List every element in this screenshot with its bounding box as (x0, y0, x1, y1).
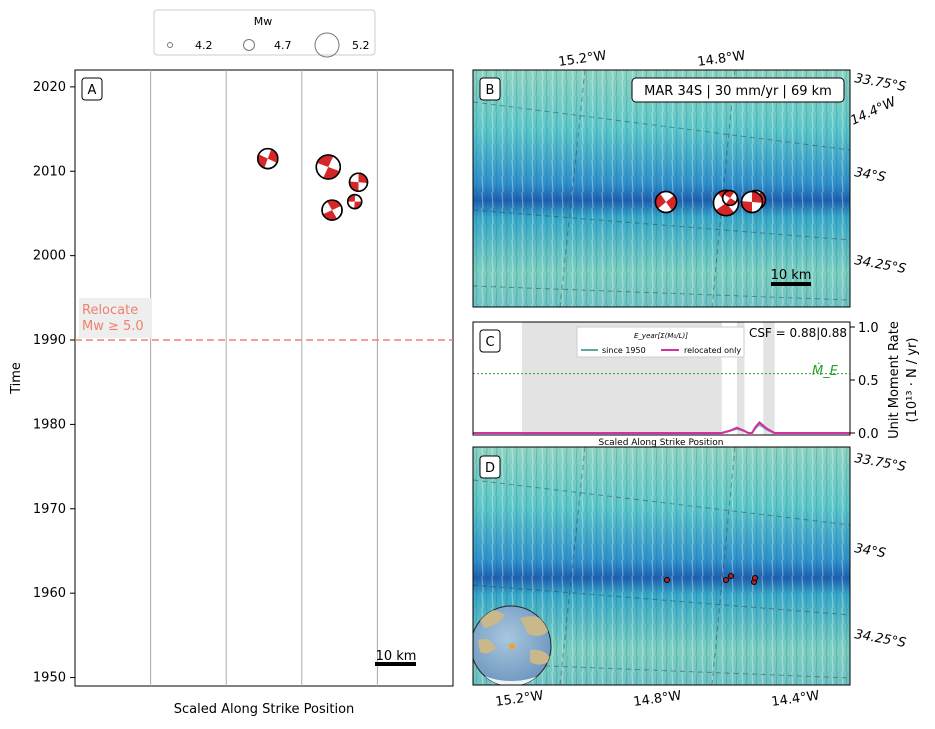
figure-canvas: Mw 4.2 4.7 5.2 1950 1960 1970 1980 1990 2000 201… (9, 9, 920, 717)
relocate-mw-label: Mw ≥ 5.0 (82, 319, 144, 334)
panel-d-epicenter-1 (723, 577, 729, 583)
panel-c-csf: CSF = 0.88|0.88 (749, 326, 847, 340)
panel-d-lon-label-2: 14.8°W (632, 688, 682, 710)
panel-a-ytick-label-5: 2000 (33, 249, 66, 264)
panel-c-ytick-label-0: 0.0 (858, 427, 879, 442)
panel-a-ytick-label-7: 2020 (33, 80, 66, 95)
panel-c-legend-title: E_year[Σ(M₀/L)] (634, 332, 688, 340)
panel-a-ylabel: Time (9, 362, 24, 395)
panel-b-tag: B (486, 83, 495, 98)
panel-b-event-0 (654, 190, 678, 214)
panel-d: ★ D 33.75°S 34°S 34.25°S 15.2°W 14.8°W 1… (472, 446, 907, 710)
panel-b-scalebar (771, 282, 811, 286)
panel-b-lon-label-1: 15.2°W (557, 48, 607, 70)
legend-label-since-1950: since 1950 (602, 346, 646, 355)
panel-c-ytick-label-2: 1.0 (858, 321, 879, 336)
panel-b-lon-label-2: 14.8°W (696, 48, 746, 70)
panel-a-ytick-label-4: 1990 (33, 333, 66, 348)
panel-d-lon-label-1: 15.2°W (494, 688, 544, 710)
panel-a-event-1 (315, 154, 342, 180)
panel-b: B MAR 34S | 30 mm/yr | 69 km 10 km 15.2°… (472, 48, 907, 308)
panel-a-event-4 (321, 199, 343, 221)
panel-a-xlabel: Scaled Along Strike Position (174, 702, 355, 717)
panel-a-ytick-label-6: 2010 (33, 164, 66, 179)
relocate-label: Relocate (82, 303, 138, 318)
panel-b-scalebar-label: 10 km (771, 268, 812, 283)
panel-b-lat-label-3: 34.25°S (853, 253, 907, 277)
panel-a: 1950 1960 1970 1980 1990 2000 2010 2020 Relocat… (9, 69, 454, 717)
globe-location-star-icon: ★ (507, 639, 518, 653)
panel-a-scalebar (375, 662, 416, 666)
panel-b-info: MAR 34S | 30 mm/yr | 69 km (644, 84, 832, 99)
panel-d-tag: D (485, 461, 495, 476)
panel-b-lon-label-right: 14.4°W (848, 94, 899, 128)
panel-c-ytick-label-1: 0.5 (858, 374, 879, 389)
panel-c: C CSF = 0.88|0.88 E_year[Σ(M₀/L)] since … (472, 321, 920, 448)
panel-a-ytick-label-3: 1980 (33, 417, 66, 432)
panel-a-scalebar-label: 10 km (376, 649, 417, 664)
panel-a-ytick-label-1: 1960 (33, 586, 66, 601)
panel-d-lat-label-3: 34.25°S (853, 627, 907, 651)
panel-b-lat-label-1: 33.75°S (853, 71, 907, 95)
panel-c-ylabel: Unit Moment Rate (887, 321, 902, 439)
panel-a-y-axis: 1950 1960 1970 1980 1990 2000 2010 2020 (33, 80, 75, 686)
panel-a-event-3 (346, 193, 363, 210)
panel-a-event-2 (348, 172, 369, 192)
panel-b-event-4 (740, 190, 764, 214)
panel-b-event-3 (721, 189, 739, 207)
panel-d-map: ★ (473, 447, 850, 685)
legend-title: Mw (254, 15, 273, 28)
panel-d-epicenter-0 (664, 577, 670, 583)
panel-a-ytick-label-2: 1970 (33, 502, 66, 517)
panel-a-event-0 (257, 147, 279, 170)
me-label: Ṁ_E (812, 363, 839, 379)
legend-label-2: 5.2 (352, 39, 370, 52)
panel-c-legend: E_year[Σ(M₀/L)] since 1950 relocated onl… (576, 326, 745, 358)
panel-c-y-axis: 0.0 0.5 1.0 (850, 321, 879, 442)
panel-a-tag: A (88, 83, 97, 98)
legend-label-0: 4.2 (195, 39, 213, 52)
panel-d-epicenter-4 (752, 575, 758, 581)
legend-label-1: 4.7 (274, 39, 292, 52)
panel-d-lon-label-3: 14.4°W (770, 688, 820, 710)
panel-a-ytick-label-0: 1950 (33, 671, 66, 686)
panel-c-tag: C (485, 335, 494, 350)
panel-d-lat-label-2: 34°S (853, 541, 886, 561)
panel-b-lat-label-2: 34°S (853, 165, 886, 185)
legend-label-relocated: relocated only (684, 346, 741, 355)
size-legend: Mw 4.2 4.7 5.2 (153, 9, 376, 58)
panel-d-lat-label-1: 33.75°S (853, 451, 907, 475)
panel-d-epicenter-2 (728, 573, 734, 579)
panel-c-ylabel-units: (10¹³ · N / yr) (905, 338, 920, 423)
